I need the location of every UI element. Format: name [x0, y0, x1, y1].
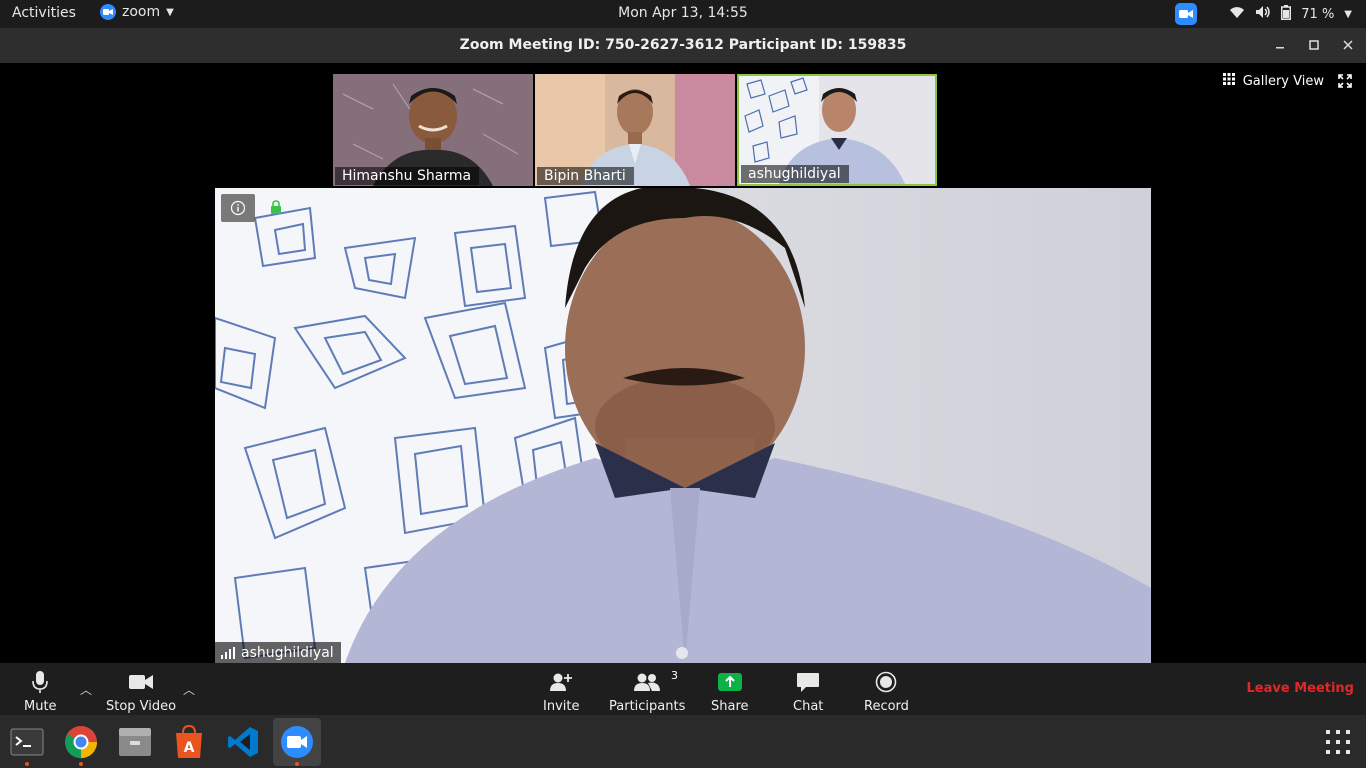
- wifi-icon: [1229, 5, 1245, 23]
- dock-files[interactable]: [111, 718, 159, 766]
- show-applications-button[interactable]: [1314, 718, 1362, 766]
- clock[interactable]: Mon Apr 13, 14:55: [0, 5, 1366, 21]
- mute-label: Mute: [24, 699, 57, 714]
- minimize-button[interactable]: [1269, 34, 1291, 56]
- participant-thumbnail[interactable]: Bipin Bharti: [535, 74, 735, 186]
- dock-software[interactable]: A: [165, 718, 213, 766]
- info-icon: [230, 200, 246, 216]
- mute-button[interactable]: Mute: [24, 669, 57, 714]
- participant-name: ashughildiyal: [741, 165, 849, 183]
- audio-options-chevron-icon[interactable]: ︿: [80, 681, 92, 698]
- maximize-button[interactable]: [1303, 34, 1325, 56]
- record-button[interactable]: Record: [864, 669, 909, 714]
- running-indicator: [295, 762, 299, 766]
- grid-icon: [1222, 73, 1235, 89]
- participants-count-badge: 3: [671, 669, 678, 682]
- meeting-toolbar: Mute ︿ Stop Video ︿ Invite Participants …: [0, 663, 1366, 715]
- video-options-chevron-icon[interactable]: ︿: [183, 681, 195, 698]
- files-icon: [119, 728, 151, 756]
- meeting-stage: Himanshu Sharma Bipin Bharti ashughildiy…: [0, 63, 1366, 663]
- share-screen-button[interactable]: Share: [711, 669, 749, 714]
- participant-thumbnail[interactable]: Himanshu Sharma: [333, 74, 533, 186]
- active-speaker-video[interactable]: ashughildiyal: [215, 188, 1151, 663]
- active-speaker-name: ashughildiyal: [241, 645, 334, 661]
- zoom-icon: [281, 726, 313, 758]
- svg-text:A: A: [184, 740, 195, 756]
- microphone-icon: [31, 669, 49, 695]
- gallery-view-button[interactable]: Gallery View: [1222, 73, 1324, 89]
- participants-icon: [633, 669, 661, 695]
- record-label: Record: [864, 699, 909, 714]
- encryption-lock-icon[interactable]: [270, 199, 282, 218]
- gallery-view-label: Gallery View: [1242, 73, 1324, 89]
- window-title: Zoom Meeting ID: 750-2627-3612 Participa…: [459, 37, 907, 53]
- fullscreen-icon[interactable]: [1338, 73, 1352, 88]
- chevron-down-icon: ▼: [166, 6, 174, 18]
- battery-icon: [1281, 4, 1292, 24]
- stop-video-label: Stop Video: [106, 699, 177, 714]
- vscode-icon: [228, 727, 258, 757]
- volume-icon: [1255, 5, 1271, 23]
- activities-button[interactable]: Activities: [12, 5, 76, 21]
- participant-name: Himanshu Sharma: [335, 167, 480, 185]
- stop-video-button[interactable]: Stop Video: [106, 669, 176, 714]
- meeting-info-button[interactable]: [221, 194, 255, 222]
- add-user-icon: [549, 669, 573, 695]
- chrome-icon: [65, 726, 98, 759]
- invite-button[interactable]: Invite: [543, 669, 579, 714]
- app-menu-label: zoom: [122, 4, 161, 20]
- speaker-video-feed: [215, 188, 1151, 663]
- ubuntu-dock: A: [0, 715, 1366, 768]
- system-menu-chevron-icon: ▼: [1344, 8, 1352, 20]
- chat-bubble-icon: [796, 669, 820, 695]
- dock-chrome[interactable]: [57, 718, 105, 766]
- running-indicator: [79, 762, 83, 766]
- share-screen-icon: [717, 669, 743, 695]
- top-bar: Activities zoom ▼ Mon Apr 13, 14:55 71 %…: [0, 0, 1366, 28]
- window-titlebar: Zoom Meeting ID: 750-2627-3612 Participa…: [0, 28, 1366, 63]
- participant-name: Bipin Bharti: [537, 167, 634, 185]
- video-camera-icon: [128, 669, 154, 695]
- chat-button[interactable]: Chat: [793, 669, 823, 714]
- chat-label: Chat: [793, 699, 824, 714]
- running-indicator: [25, 762, 29, 766]
- dock-terminal[interactable]: [3, 718, 51, 766]
- invite-label: Invite: [543, 699, 580, 714]
- close-button[interactable]: [1337, 34, 1359, 56]
- zoom-app-icon: [100, 4, 116, 20]
- zoom-tray-icon[interactable]: [1175, 3, 1198, 25]
- system-tray[interactable]: 71 % ▼: [1175, 3, 1352, 25]
- terminal-icon: [10, 728, 44, 756]
- battery-percent: 71 %: [1301, 6, 1335, 22]
- app-menu[interactable]: zoom ▼: [100, 4, 174, 20]
- show-apps-icon: [1326, 730, 1350, 754]
- participant-thumbnail-active[interactable]: ashughildiyal: [737, 74, 937, 186]
- share-label: Share: [711, 699, 749, 714]
- dock-vscode[interactable]: [219, 718, 267, 766]
- participants-label: Participants: [609, 699, 686, 714]
- active-speaker-name-tag: ashughildiyal: [215, 642, 341, 663]
- leave-meeting-button[interactable]: Leave Meeting: [1247, 681, 1355, 696]
- signal-strength-icon: [221, 647, 235, 659]
- dock-zoom[interactable]: [273, 718, 321, 766]
- software-icon: A: [176, 725, 202, 758]
- record-icon: [875, 669, 897, 695]
